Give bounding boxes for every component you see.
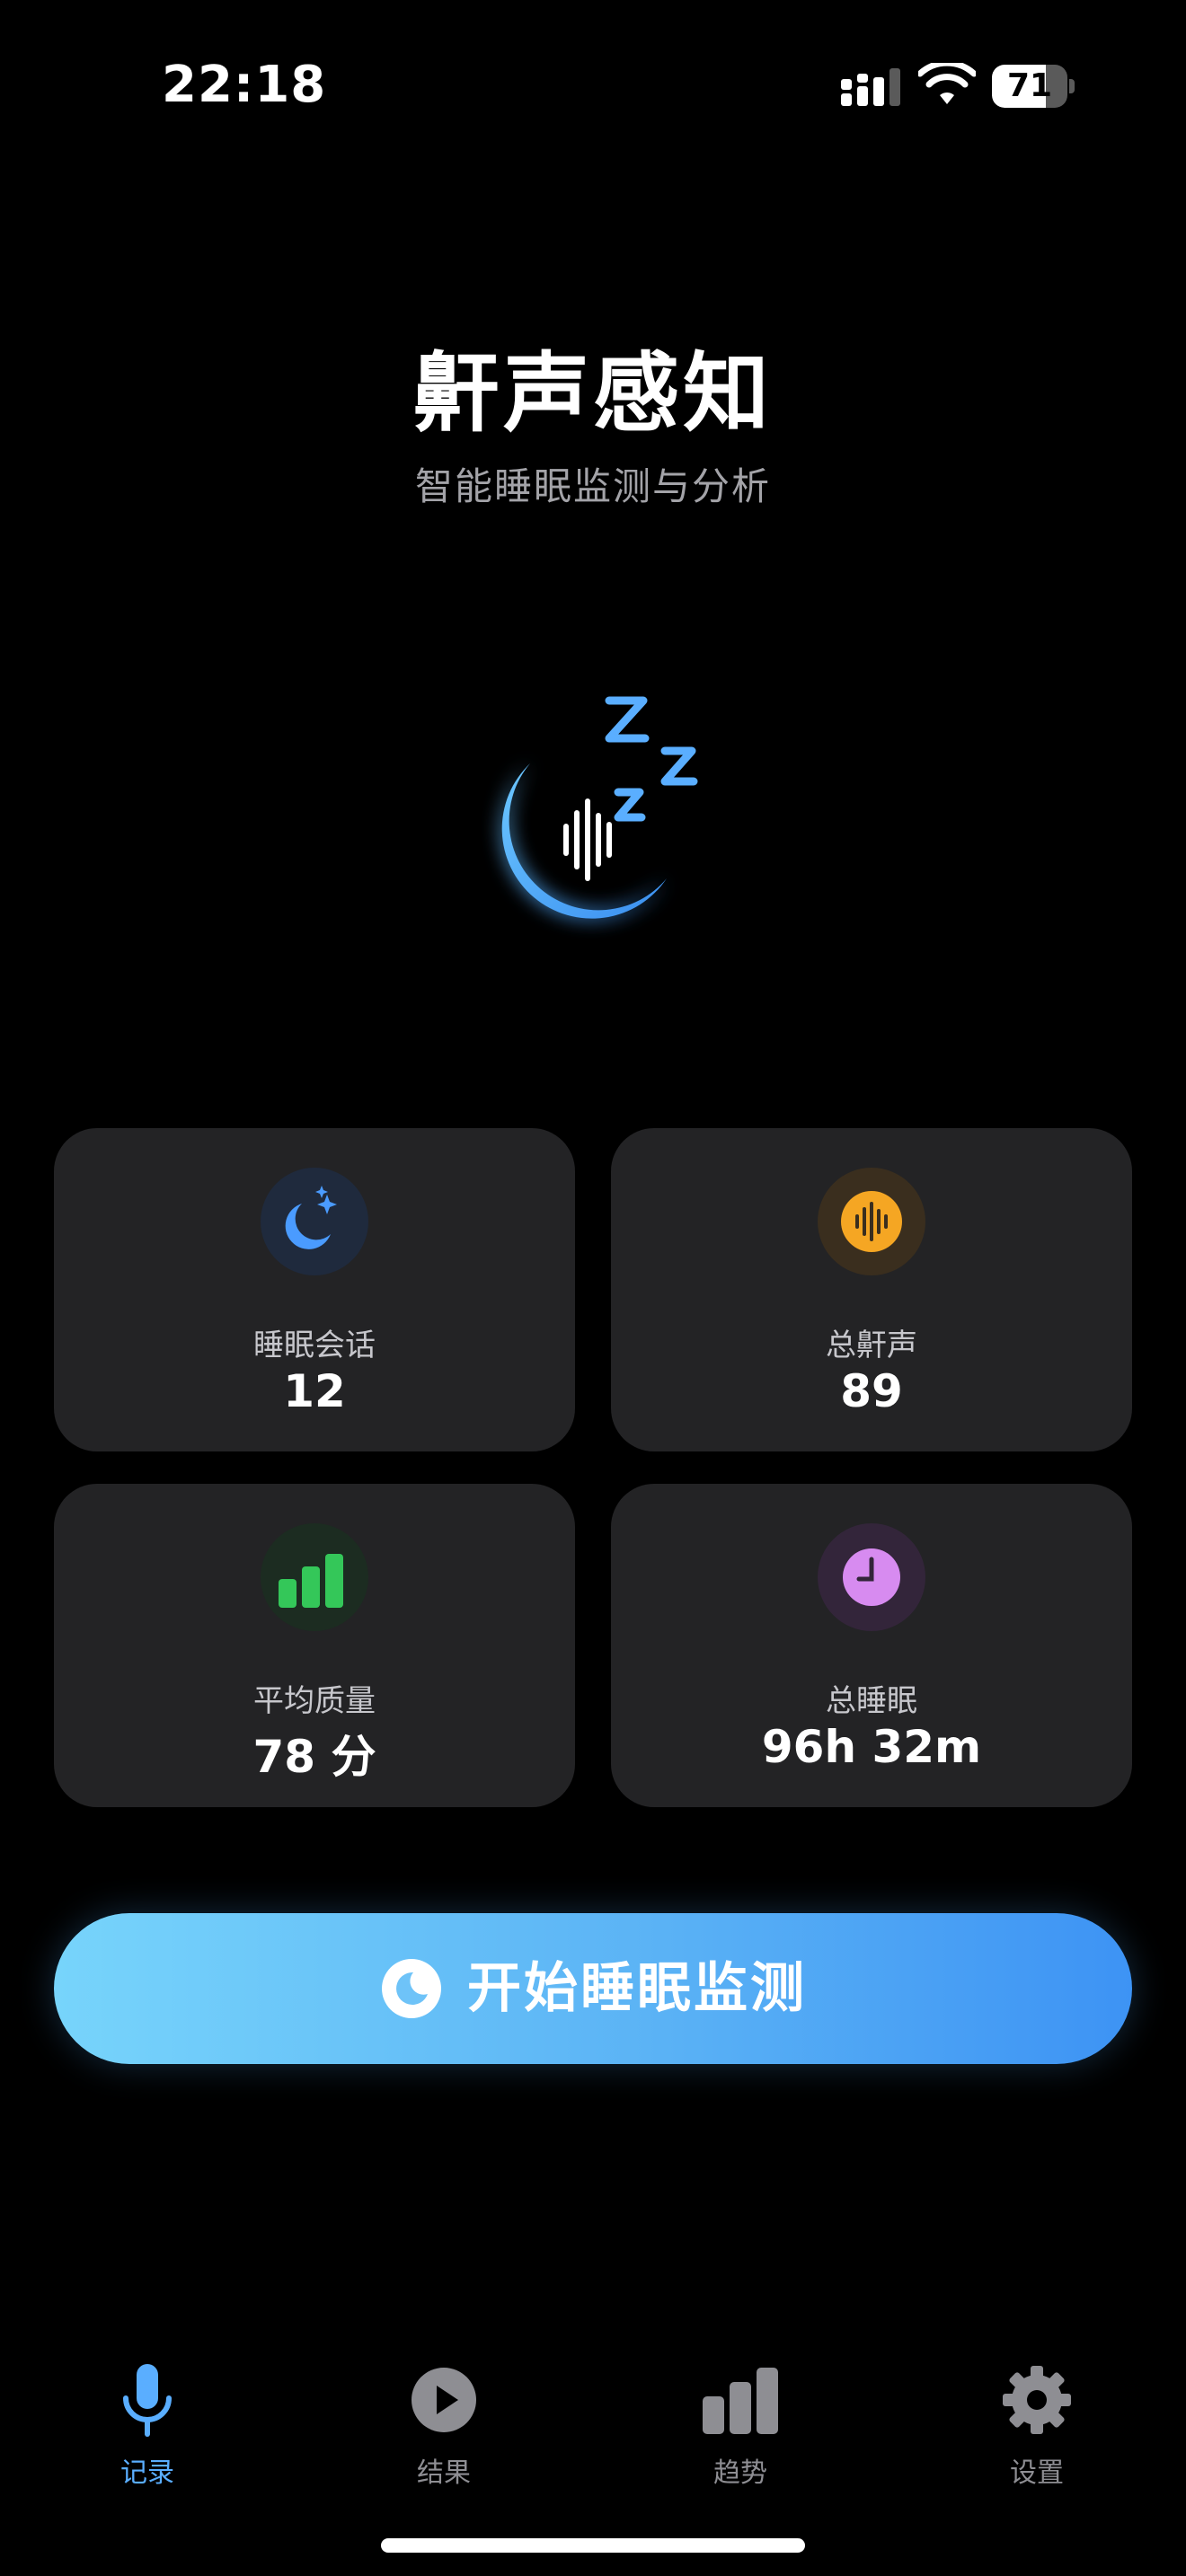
gear-icon	[1003, 2366, 1071, 2434]
moon-stars-icon	[261, 1168, 368, 1275]
app-subtitle: 智能睡眠监测与分析	[414, 464, 771, 508]
tab-label: 记录	[120, 2457, 174, 2489]
stat-card-sessions: 睡眠会话 12	[54, 1128, 575, 1451]
tab-results[interactable]: 结果	[354, 2353, 534, 2489]
bar-chart-icon	[703, 2368, 778, 2434]
stat-label: 总睡眠	[826, 1683, 917, 1719]
tab-settings[interactable]: 设置	[947, 2353, 1127, 2489]
stat-card-snores: 总鼾声 89	[611, 1128, 1132, 1451]
wifi-icon	[918, 63, 976, 104]
tab-trends[interactable]: 趋势	[651, 2353, 830, 2489]
play-circle-icon	[412, 2368, 476, 2432]
sleeping-moon-logo	[501, 696, 698, 919]
moon-icon	[382, 1959, 441, 2018]
status-time: 22:18	[162, 56, 327, 114]
tab-label: 趋势	[713, 2457, 767, 2489]
app-title: 鼾声感知	[413, 343, 773, 444]
stat-value: 96h 32m	[761, 1721, 982, 1773]
cellular-signal-icon	[841, 68, 900, 106]
stat-label: 睡眠会话	[253, 1328, 376, 1363]
start-monitoring-button[interactable]: 开始睡眠监测	[54, 1913, 1132, 2064]
bar-chart-icon	[261, 1523, 368, 1631]
battery-indicator: 71	[992, 65, 1075, 108]
stat-value: 78 分	[252, 1731, 376, 1783]
tab-label: 设置	[1010, 2457, 1064, 2489]
clock-icon	[818, 1523, 925, 1631]
stat-value: 89	[840, 1365, 903, 1417]
stat-value: 12	[283, 1365, 346, 1417]
microphone-icon	[123, 2364, 172, 2437]
stat-card-total-sleep: 总睡眠 96h 32m	[611, 1484, 1132, 1807]
stat-label: 总鼾声	[826, 1328, 917, 1363]
waveform-icon	[818, 1168, 925, 1275]
stat-label: 平均质量	[253, 1683, 376, 1719]
battery-level: 71	[1006, 67, 1053, 104]
start-monitoring-label: 开始睡眠监测	[467, 1957, 807, 2020]
tab-record[interactable]: 记录	[58, 2353, 237, 2489]
home-indicator	[381, 2538, 805, 2553]
tab-label: 结果	[417, 2457, 471, 2489]
stat-card-quality: 平均质量 78 分	[54, 1484, 575, 1807]
